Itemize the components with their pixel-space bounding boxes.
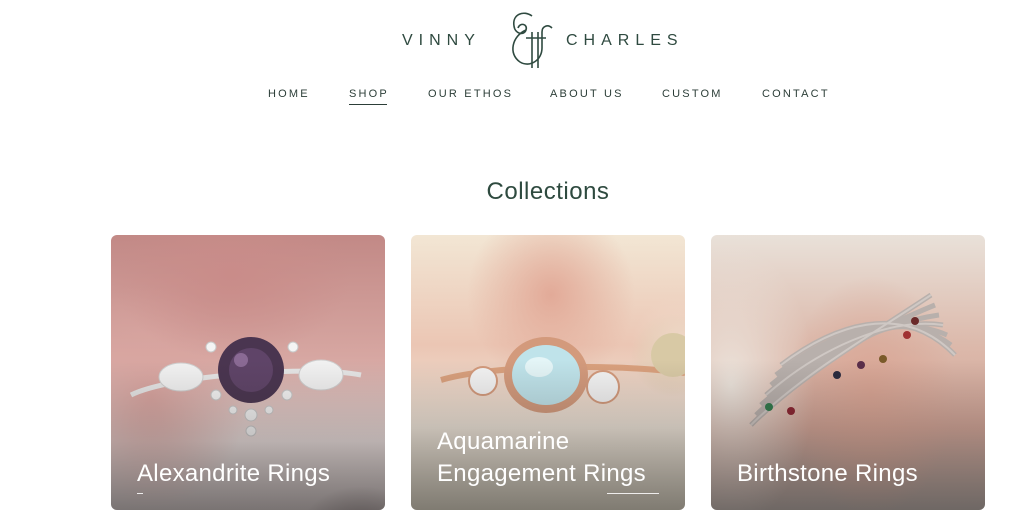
card-title: Aquamarine Engagement Rings [437,428,646,487]
nav-item-custom[interactable]: CUSTOM [662,88,723,100]
nav-item-shop[interactable]: SHOP [349,88,389,105]
brand-logo[interactable]: VINNY CHARLES [0,4,1024,68]
collection-card-alexandrite[interactable]: Alexandrite Rings [111,235,385,510]
nav-item-contact[interactable]: CONTACT [762,88,830,100]
nav-item-our-ethos[interactable]: OUR ETHOS [428,88,513,100]
brand-left-word: VINNY [402,32,481,49]
section-title: Collections [486,178,610,205]
ampersand-monogram-icon [512,12,553,68]
card-title: Alexandrite Rings [137,460,331,487]
nav-item-home[interactable]: HOME [268,88,310,100]
nav-item-about-us[interactable]: ABOUT US [550,88,624,100]
collection-card-aquamarine[interactable]: Aquamarine Engagement Rings [411,235,685,510]
brand-right-word: CHARLES [566,32,684,49]
card-underline [137,493,143,494]
main-nav: HOME SHOP OUR ETHOS ABOUT US CUSTOM CONT… [0,88,1024,112]
collection-card-birthstone[interactable]: Birthstone Rings [711,235,985,510]
card-underline [607,493,659,494]
card-title: Birthstone Rings [737,460,918,487]
